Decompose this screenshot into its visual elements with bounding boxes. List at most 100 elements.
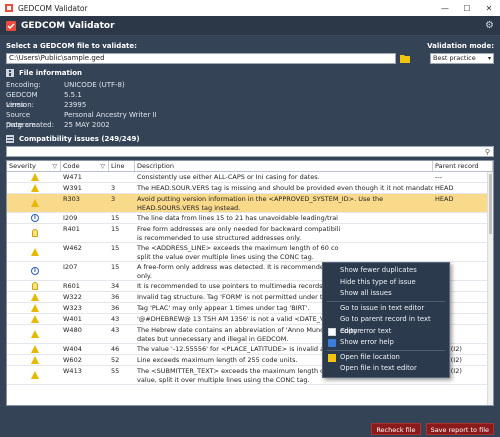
parent-cell: HEAD <box>435 194 454 203</box>
context-menu-label: Show fewer duplicates <box>340 266 417 274</box>
severity-cell <box>7 281 61 291</box>
col-severity-label: Severity <box>9 162 36 170</box>
info-icon: i <box>31 214 39 222</box>
menu-separator <box>327 349 445 351</box>
main-panel: Select a GEDCOM file to validate: Valida… <box>0 36 500 437</box>
warning-icon <box>31 293 39 301</box>
line-cell: 43 <box>111 315 120 323</box>
file-info-row: Lines: 23995 <box>6 100 494 110</box>
folder-icon <box>328 353 336 362</box>
validation-mode-select[interactable]: Best practice ▾ <box>430 53 494 64</box>
window-titlebar: GEDCOM Validator — ☐ ✕ <box>0 0 500 16</box>
file-info-key: GEDCOM version: <box>6 91 38 109</box>
search-input[interactable]: ⚲ <box>6 146 494 157</box>
mode-label: Validation mode: <box>427 42 494 50</box>
app-logo-icon <box>6 20 16 31</box>
warning-icon <box>31 371 39 380</box>
file-info-value: 5.5.1 <box>64 91 82 99</box>
warning-icon <box>31 173 39 181</box>
app-title: GEDCOM Validator <box>21 20 115 31</box>
issues-section-icon <box>6 135 14 143</box>
warning-icon <box>31 304 39 312</box>
code-cell: R303 <box>63 194 80 203</box>
col-code-label: Code <box>63 162 80 170</box>
context-menu-item[interactable]: Go to parent record in text editor <box>323 314 449 335</box>
context-menu-item[interactable]: Open file in text editor <box>323 363 449 375</box>
grid-header: Severity ▽ Code ▽ Line Description Parent … <box>7 161 493 172</box>
col-code[interactable]: Code ▽ <box>61 161 109 171</box>
severity-cell <box>7 194 61 212</box>
maximize-button[interactable]: ☐ <box>456 0 478 16</box>
menu-separator <box>327 300 445 302</box>
table-row[interactable]: W471 Consistently use either ALL-CAPS or … <box>7 172 493 183</box>
search-icon: ⚲ <box>484 148 490 156</box>
code-cell: W401 <box>63 315 82 323</box>
severity-cell: i <box>7 262 61 280</box>
col-description[interactable]: Description <box>135 161 433 171</box>
code-cell: I209 <box>63 214 78 222</box>
lightbulb-icon <box>32 229 38 238</box>
description-line: Consistently use either ALL-CAPS or Ini … <box>137 173 320 181</box>
file-info-row: Encoding: UNICODE (UTF-8) <box>6 80 494 90</box>
table-row[interactable]: R401 15 Free form addresses are only neede… <box>7 224 493 243</box>
gear-icon[interactable]: ⚙ <box>485 20 494 31</box>
line-cell <box>109 172 135 182</box>
context-menu-item[interactable]: Show fewer duplicates <box>323 265 449 277</box>
context-menu-item[interactable]: Show all issues <box>323 288 449 300</box>
col-description-label: Description <box>137 162 175 170</box>
file-info-value: 25 MAY 2002 <box>64 121 110 129</box>
close-button[interactable]: ✕ <box>478 0 500 16</box>
code-cell: R401 <box>63 224 80 233</box>
filter-icon[interactable]: ▽ <box>100 161 105 172</box>
context-menu-label: Show all issues <box>340 289 392 297</box>
line-cell: 43 <box>111 325 120 334</box>
code-cell: W323 <box>63 304 82 312</box>
recheck-file-button[interactable]: Recheck file <box>371 423 421 435</box>
parent-cell: HEAD <box>435 184 454 192</box>
description-line: The line data from lines 15 to 21 has un… <box>137 214 338 222</box>
description-line: The HEAD.SOUR.VERS tag is missing and sh… <box>137 184 433 192</box>
file-info-row: GEDCOM version: 5.5.1 <box>6 90 494 109</box>
table-row[interactable]: i I209 15 The line data from lines 15 to 21… <box>7 213 493 224</box>
col-parent[interactable]: Parent record <box>433 161 493 171</box>
table-row[interactable]: W391 3 The HEAD.SOUR.VERS tag is missing a… <box>7 183 493 194</box>
folder-icon[interactable] <box>400 54 410 63</box>
severity-cell <box>7 224 61 242</box>
code-cell: W471 <box>63 173 82 181</box>
filter-icon[interactable]: ▽ <box>52 161 57 172</box>
context-menu: Show fewer duplicates Hide this type of i… <box>322 262 450 378</box>
file-info-title: File information <box>19 69 83 77</box>
scrollbar-thumb[interactable] <box>489 174 492 234</box>
line-cell: 52 <box>111 356 120 364</box>
code-cell: W413 <box>63 366 82 375</box>
col-line[interactable]: Line <box>109 161 135 171</box>
context-menu-item[interactable]: Open file location <box>323 352 449 364</box>
vertical-scrollbar[interactable] <box>487 172 493 405</box>
context-menu-item[interactable]: Copy error text <box>323 326 449 338</box>
window-title: GEDCOM Validator <box>18 3 88 13</box>
context-menu-item[interactable]: Hide this type of issue <box>323 277 449 289</box>
table-row[interactable]: R303 3 Avoid putting version information i… <box>7 194 493 213</box>
code-cell: W391 <box>63 184 82 192</box>
line-cell: 46 <box>111 345 120 353</box>
col-severity[interactable]: Severity ▽ <box>7 161 61 171</box>
warning-icon <box>31 345 39 353</box>
minimize-button[interactable]: — <box>434 0 456 16</box>
severity-cell <box>7 292 61 302</box>
app-header: GEDCOM Validator ⚙ <box>0 16 500 36</box>
line-cell: 36 <box>111 293 120 301</box>
file-path-input[interactable]: C:\Users\Public\sample.ged <box>6 53 396 64</box>
severity-cell <box>7 303 61 313</box>
code-cell: W480 <box>63 325 82 334</box>
table-row[interactable]: W462 15 The <ADDRESS_LINE> exceeds the max… <box>7 243 493 262</box>
save-report-button[interactable]: Save report to file <box>425 423 494 435</box>
context-menu-item[interactable]: Go to issue in text editor <box>323 303 449 315</box>
file-inputs-row: C:\Users\Public\sample.ged Best practice… <box>6 53 494 64</box>
context-menu-label: Copy error text <box>340 326 392 335</box>
severity-cell <box>7 366 61 384</box>
description-cell: The line data from lines 15 to 21 has un… <box>135 213 433 223</box>
info-icon: i <box>31 267 39 276</box>
issues-title: Compatibility issues (249/249) <box>19 135 140 143</box>
context-menu-item[interactable]: Show error help <box>323 337 449 349</box>
line-cell: 55 <box>111 366 120 375</box>
